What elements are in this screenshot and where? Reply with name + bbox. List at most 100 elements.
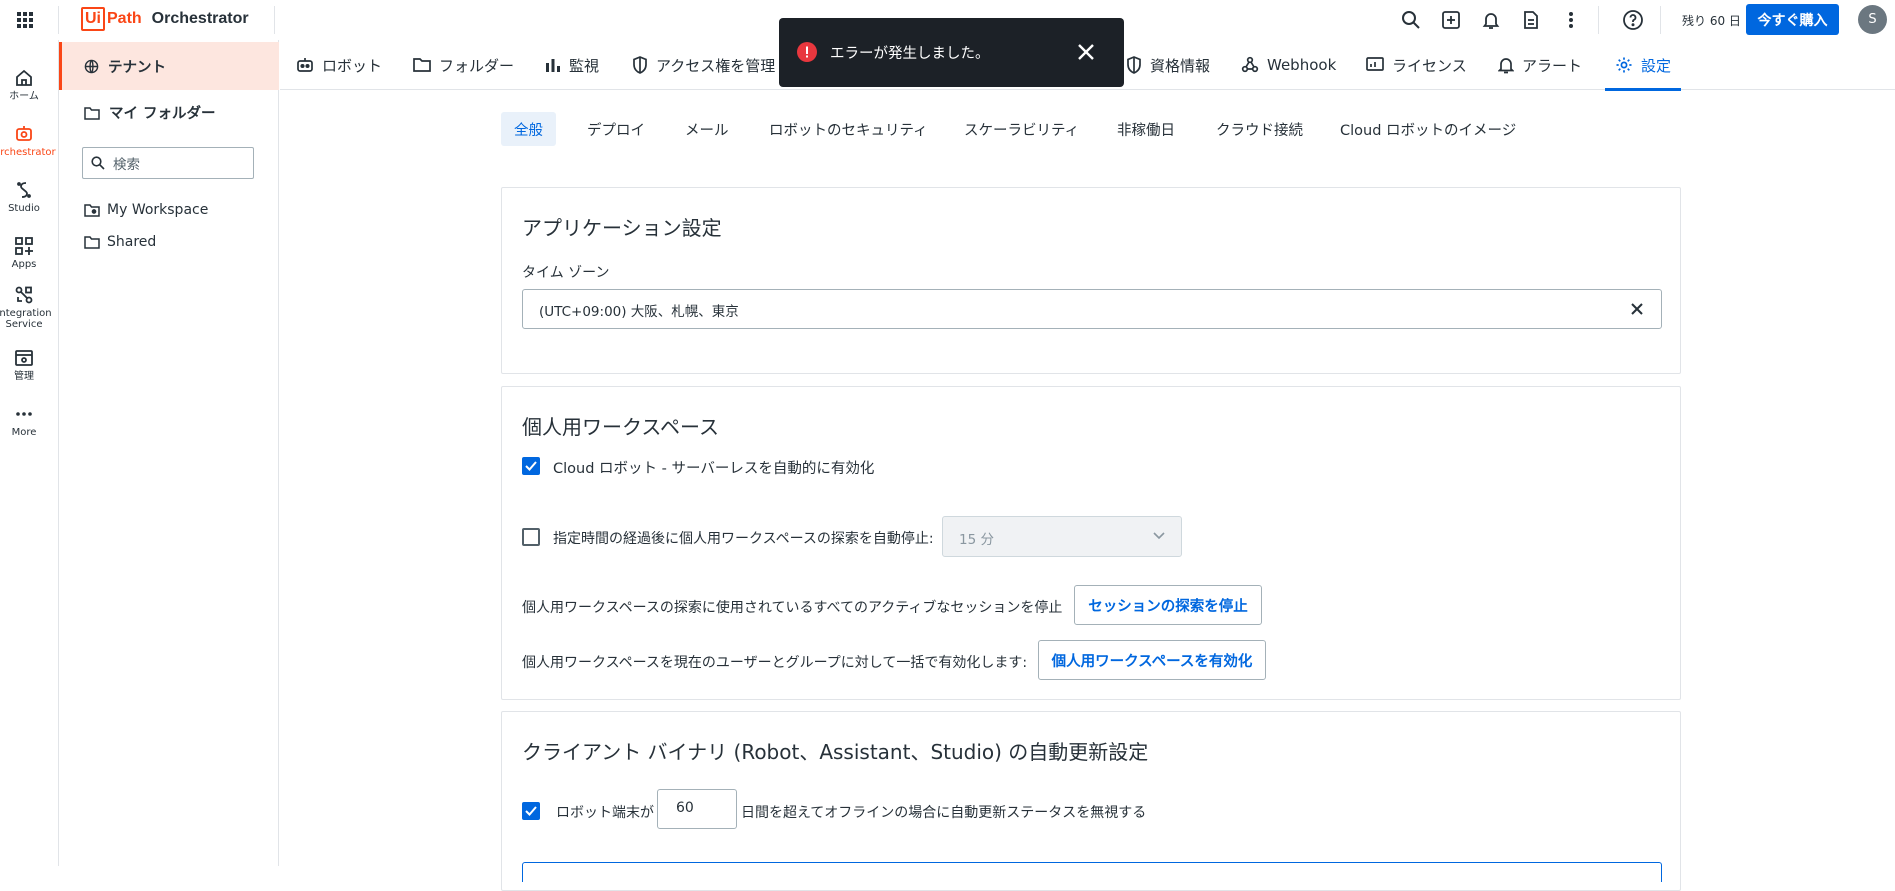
tab-manage-access[interactable]: アクセス権を管理: [632, 40, 775, 90]
rail-item-home[interactable]: ホーム: [0, 68, 48, 102]
section-title: 個人用ワークスペース: [522, 415, 719, 439]
search-icon[interactable]: [1399, 8, 1423, 32]
enable-workspace-button[interactable]: 個人用ワークスペースを有効化: [1038, 640, 1266, 680]
rail-label: Service: [5, 319, 43, 330]
next-field-outline[interactable]: [522, 862, 1662, 882]
home-icon: [14, 68, 34, 91]
subtab-deploy[interactable]: デプロイ: [574, 112, 658, 146]
tab-label: アラート: [1522, 56, 1583, 75]
subtab-cloud-connection[interactable]: クラウド接続: [1203, 112, 1316, 146]
uipath-logo[interactable]: Ui Path Orchestrator: [81, 7, 249, 31]
tab-robots[interactable]: ロボット: [296, 40, 382, 90]
product-name: Orchestrator: [151, 10, 249, 27]
rail-item-orchestrator[interactable]: Orchestrator: [0, 124, 56, 158]
enable-workspace-text: 個人用ワークスペースを現在のユーザーとグループに対して一括で有効化します:: [522, 655, 1028, 671]
folder-icon: [84, 235, 100, 249]
subtab-scalability[interactable]: スケーラビリティ: [951, 112, 1092, 146]
left-rail: ホーム Orchestrator Studio Apps Integration…: [0, 40, 59, 866]
folder-item-shared[interactable]: Shared: [84, 234, 156, 250]
integration-icon: [14, 285, 34, 308]
close-icon[interactable]: [1078, 44, 1094, 60]
tab-credentials[interactable]: 資格情報: [1126, 40, 1210, 90]
studio-icon: [14, 180, 34, 203]
rail-item-apps[interactable]: Apps: [0, 236, 48, 270]
ignore-offline-checkbox[interactable]: [522, 802, 540, 820]
divider: [58, 6, 59, 34]
rail-label: Orchestrator: [0, 147, 56, 158]
tenant-item[interactable]: テナント: [59, 42, 279, 90]
more-icon: [14, 404, 34, 427]
search-placeholder: 検索: [113, 157, 140, 173]
stop-sessions-button[interactable]: セッションの探索を停止: [1074, 585, 1262, 625]
subtab-mail[interactable]: メール: [672, 112, 742, 146]
robot-icon: [296, 56, 314, 74]
tab-monitoring[interactable]: 監視: [545, 40, 599, 90]
logo-path: Path: [107, 10, 142, 27]
cloud-robot-checkbox-label: Cloud ロボット - サーバーレスを自動的に有効化: [553, 461, 875, 477]
tab-label: ロボット: [322, 56, 383, 75]
auto-stop-duration-select[interactable]: 15 分: [942, 516, 1182, 557]
shield-icon: [632, 56, 648, 74]
notification-bell-icon[interactable]: [1479, 8, 1503, 32]
subtab-general[interactable]: 全般: [501, 112, 556, 146]
rail-item-more[interactable]: More: [0, 404, 48, 438]
timezone-value: (UTC+09:00) 大阪、札幌、東京: [539, 304, 739, 320]
orchestrator-icon: [14, 124, 34, 147]
add-icon[interactable]: [1439, 8, 1463, 32]
folder-item-my-workspace[interactable]: My Workspace: [84, 202, 208, 218]
check-icon: [525, 806, 537, 816]
document-icon[interactable]: [1519, 8, 1543, 32]
trial-days-label: 残り 60 日: [1682, 14, 1741, 28]
tab-settings[interactable]: 設定: [1604, 40, 1682, 91]
tab-label: アクセス権を管理: [656, 56, 776, 75]
tab-license[interactable]: ライセンス: [1366, 40, 1467, 90]
folder-panel: テナント マイ フォルダー 検索 My Workspace Shared: [59, 40, 279, 866]
buy-now-button[interactable]: 今すぐ購入: [1746, 4, 1839, 35]
personal-workspace-card: 個人用ワークスペース Cloud ロボット - サーバーレスを自動的に有効化 指…: [501, 386, 1681, 700]
tab-label: 設定: [1641, 56, 1672, 75]
tab-label: 資格情報: [1150, 56, 1211, 75]
tab-webhook[interactable]: Webhook: [1241, 40, 1336, 90]
avatar[interactable]: S: [1858, 5, 1887, 34]
client-binaries-card: クライアント バイナリ (Robot、Assistant、Studio) の自動…: [501, 711, 1681, 891]
subtab-non-working-days[interactable]: 非稼働日: [1104, 112, 1188, 146]
auto-stop-value: 15 分: [959, 532, 994, 548]
tab-label: ライセンス: [1392, 56, 1467, 75]
tenant-label: テナント: [108, 59, 166, 76]
section-title: アプリケーション設定: [522, 216, 722, 240]
rail-label: Apps: [11, 259, 37, 270]
tab-alerts[interactable]: アラート: [1498, 40, 1582, 90]
rail-item-admin[interactable]: 管理: [0, 348, 48, 382]
rail-label: ホーム: [9, 91, 39, 102]
cloud-robot-checkbox[interactable]: [522, 457, 540, 475]
folder-search-input[interactable]: 検索: [82, 147, 254, 179]
rail-label: More: [11, 427, 37, 438]
monitoring-icon: [545, 57, 561, 73]
more-vertical-icon[interactable]: [1559, 8, 1583, 32]
timezone-select[interactable]: (UTC+09:00) 大阪、札幌、東京: [522, 289, 1662, 329]
logo-box: Ui: [81, 7, 105, 31]
auto-stop-checkbox[interactable]: [522, 528, 540, 546]
rail-item-integration-service[interactable]: Integration Service: [0, 285, 52, 330]
my-folders-item[interactable]: マイ フォルダー: [84, 102, 216, 123]
auto-stop-checkbox-label: 指定時間の経過後に個人用ワークスペースの探索を自動停止:: [553, 531, 934, 547]
help-icon[interactable]: [1621, 8, 1645, 32]
subtab-robot-security[interactable]: ロボットのセキュリティ: [756, 112, 941, 146]
rail-label: Integration: [0, 308, 52, 319]
rail-label: 管理: [14, 371, 34, 382]
shield-icon: [1126, 56, 1142, 74]
tab-label: フォルダー: [439, 56, 515, 75]
offline-days-input[interactable]: 60: [657, 789, 737, 829]
license-icon: [1366, 57, 1384, 73]
subtab-cloud-robot-images[interactable]: Cloud ロボットのイメージ: [1327, 112, 1529, 146]
tab-folders[interactable]: フォルダー: [413, 40, 514, 90]
divider: [1598, 6, 1599, 34]
rail-item-studio[interactable]: Studio: [0, 180, 48, 214]
divider: [1660, 6, 1661, 34]
clear-icon[interactable]: [1631, 303, 1643, 315]
rail-label: Studio: [8, 203, 40, 214]
offline-suffix-text: 日間を超えてオフラインの場合に自動更新ステータスを無視する: [741, 805, 1147, 821]
check-icon: [525, 461, 537, 471]
app-launcher-icon[interactable]: [13, 8, 37, 32]
error-icon: [797, 42, 817, 62]
